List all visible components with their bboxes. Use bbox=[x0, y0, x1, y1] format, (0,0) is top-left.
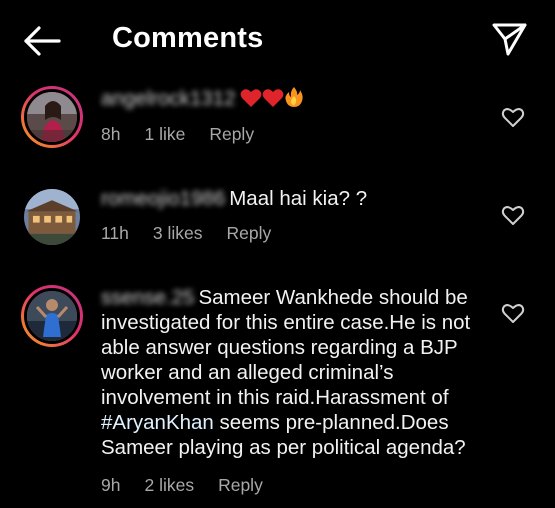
comment-meta: 8h 1 like Reply bbox=[101, 124, 278, 145]
avatar-photo-building bbox=[24, 189, 80, 245]
paper-plane-icon bbox=[492, 23, 527, 56]
comment-body: angelrock1312 bbox=[101, 86, 486, 114]
comment-username[interactable]: ssense.25 bbox=[101, 285, 194, 310]
red-heart-icon bbox=[240, 88, 262, 114]
comment-meta: 9h 2 likes Reply bbox=[101, 475, 287, 496]
comments-header: Comments bbox=[0, 0, 555, 80]
avatar-photo-woman bbox=[27, 92, 77, 142]
comment-time: 11h bbox=[101, 223, 129, 243]
avatar[interactable] bbox=[21, 86, 83, 148]
heart-outline-icon bbox=[501, 304, 525, 323]
comment-time: 8h bbox=[101, 124, 121, 144]
comment-likes[interactable]: 3 likes bbox=[153, 223, 203, 243]
like-comment-button[interactable] bbox=[500, 202, 526, 228]
heart-outline-icon bbox=[501, 206, 525, 225]
comment-time: 9h bbox=[101, 475, 121, 495]
reply-button[interactable]: Reply bbox=[218, 475, 263, 495]
red-heart-icon bbox=[262, 88, 284, 114]
back-button[interactable] bbox=[22, 24, 62, 58]
comment-text: Maal hai kia? ? bbox=[229, 187, 368, 210]
avatar-photo-man bbox=[27, 291, 77, 341]
comment-meta: 11h 3 likes Reply bbox=[101, 223, 295, 244]
arrow-left-icon bbox=[24, 26, 61, 56]
page-title: Comments bbox=[112, 22, 264, 54]
heart-outline-icon bbox=[501, 108, 525, 127]
comment-username[interactable]: angelrock1312 bbox=[101, 86, 236, 111]
comment-likes[interactable]: 2 likes bbox=[144, 475, 194, 495]
comment-body: ssense.25 Sameer Wankhede should be inves… bbox=[101, 285, 486, 460]
comment-likes[interactable]: 1 like bbox=[144, 124, 185, 144]
like-comment-button[interactable] bbox=[500, 300, 526, 326]
hashtag-link[interactable]: #AryanKhan bbox=[101, 411, 214, 434]
reply-button[interactable]: Reply bbox=[227, 223, 272, 243]
like-comment-button[interactable] bbox=[500, 104, 526, 130]
comment-body: romeojio1986 Maal hai kia? ? bbox=[101, 186, 486, 211]
share-button[interactable] bbox=[490, 20, 530, 58]
comment-username[interactable]: romeojio1986 bbox=[101, 186, 225, 211]
avatar[interactable] bbox=[21, 186, 83, 248]
avatar[interactable] bbox=[21, 285, 83, 347]
fire-icon bbox=[284, 86, 304, 114]
reply-button[interactable]: Reply bbox=[209, 124, 254, 144]
